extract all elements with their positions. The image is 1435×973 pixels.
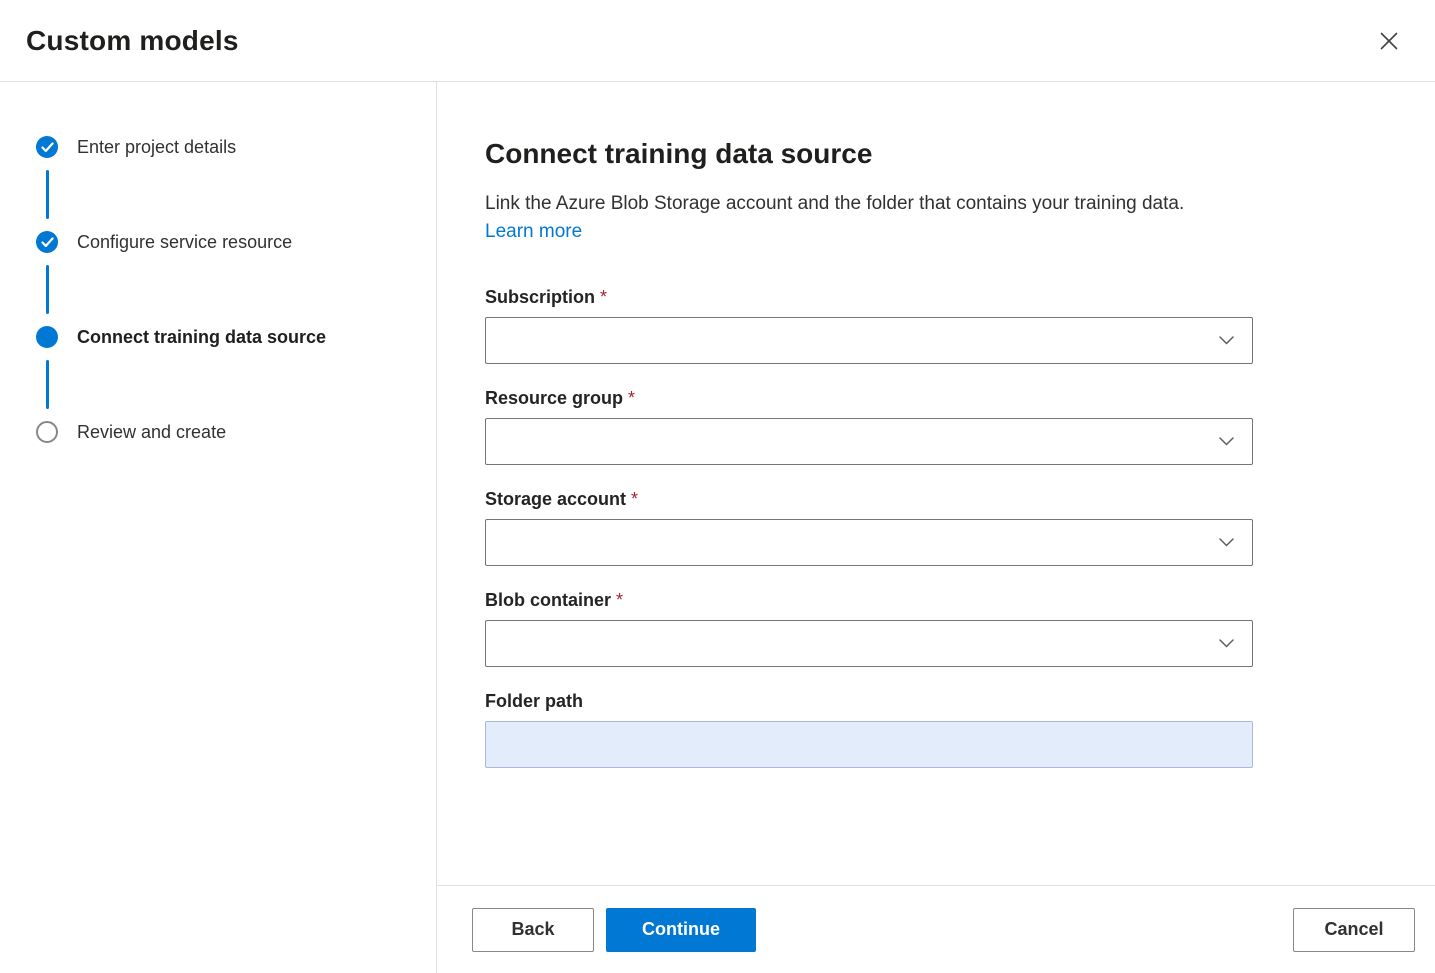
main-content: Connect training data source Link the Az…: [437, 82, 1435, 885]
step-review-and-create[interactable]: Review and create: [36, 420, 436, 444]
field-label-folder-path: Folder path: [485, 691, 1253, 712]
close-icon[interactable]: [1373, 25, 1405, 57]
step-connector: [46, 265, 49, 314]
chevron-down-icon: [1219, 336, 1234, 345]
modal-header: Custom models: [0, 0, 1435, 82]
blob-container-dropdown[interactable]: [485, 620, 1253, 667]
step-upcoming-icon: [36, 421, 58, 443]
required-asterisk: *: [628, 388, 635, 408]
page-title: Custom models: [26, 25, 239, 57]
field-label-resource-group: Resource group*: [485, 388, 1253, 409]
step-completed-check-icon: [36, 231, 58, 253]
required-asterisk: *: [600, 287, 607, 307]
step-connect-training-data-source[interactable]: Connect training data source: [36, 325, 436, 349]
learn-more-link[interactable]: Learn more: [485, 221, 582, 242]
content-description: Link the Azure Blob Storage account and …: [485, 190, 1225, 245]
step-label: Connect training data source: [77, 327, 326, 348]
field-folder-path: Folder path: [485, 691, 1253, 768]
chevron-down-icon: [1219, 639, 1234, 648]
field-blob-container: Blob container*: [485, 590, 1253, 667]
wizard-stepper: Enter project details Configure service …: [0, 82, 437, 973]
chevron-down-icon: [1219, 437, 1234, 446]
step-connector: [46, 170, 49, 219]
step-connector: [46, 360, 49, 409]
step-label: Configure service resource: [77, 232, 292, 253]
field-resource-group: Resource group*: [485, 388, 1253, 465]
data-source-form: Subscription* Resource group*: [485, 287, 1253, 768]
step-label: Review and create: [77, 422, 226, 443]
field-label-text: Resource group: [485, 388, 623, 408]
content-title: Connect training data source: [485, 138, 1435, 170]
step-enter-project-details[interactable]: Enter project details: [36, 135, 436, 159]
field-storage-account: Storage account*: [485, 489, 1253, 566]
back-button[interactable]: Back: [472, 908, 594, 952]
step-label: Enter project details: [77, 137, 236, 158]
description-text: Link the Azure Blob Storage account and …: [485, 193, 1184, 214]
storage-account-dropdown[interactable]: [485, 519, 1253, 566]
step-configure-service-resource[interactable]: Configure service resource: [36, 230, 436, 254]
modal-footer: Back Continue Cancel: [437, 885, 1435, 973]
step-current-icon: [36, 326, 58, 348]
field-subscription: Subscription*: [485, 287, 1253, 364]
chevron-down-icon: [1219, 538, 1234, 547]
resource-group-dropdown[interactable]: [485, 418, 1253, 465]
cancel-button[interactable]: Cancel: [1293, 908, 1415, 952]
required-asterisk: *: [616, 590, 623, 610]
folder-path-input[interactable]: [485, 721, 1253, 768]
field-label-storage-account: Storage account*: [485, 489, 1253, 510]
field-label-blob-container: Blob container*: [485, 590, 1253, 611]
field-label-text: Subscription: [485, 287, 595, 307]
field-label-text: Blob container: [485, 590, 611, 610]
required-asterisk: *: [631, 489, 638, 509]
field-label-text: Storage account: [485, 489, 626, 509]
continue-button[interactable]: Continue: [606, 908, 756, 952]
field-label-text: Folder path: [485, 691, 583, 711]
subscription-dropdown[interactable]: [485, 317, 1253, 364]
field-label-subscription: Subscription*: [485, 287, 1253, 308]
step-completed-check-icon: [36, 136, 58, 158]
